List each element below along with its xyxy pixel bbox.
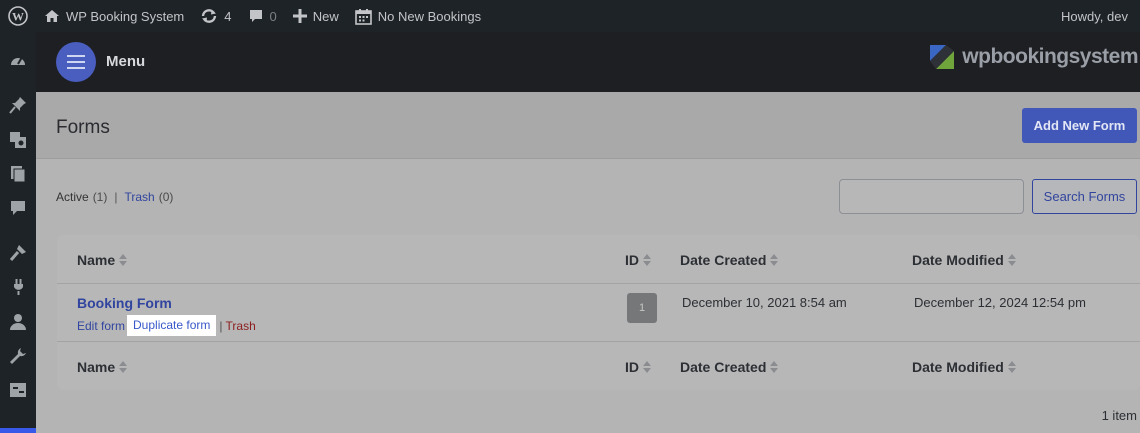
svg-text:W: W xyxy=(12,10,24,24)
pages-icon[interactable] xyxy=(9,165,27,183)
duplicate-form-link[interactable]: Duplicate form xyxy=(127,315,217,336)
wpbs-logo: wpbookingsystem xyxy=(928,43,1138,71)
filter-separator: | xyxy=(114,190,118,204)
add-new-form-button[interactable]: Add New Form xyxy=(1022,108,1137,143)
howdy-user-link[interactable]: Howdy, dev xyxy=(1053,0,1140,32)
column-header-date-created[interactable]: Date Created xyxy=(680,252,779,268)
sort-arrows-icon xyxy=(643,361,651,373)
filter-trash[interactable]: Trash xyxy=(124,190,154,204)
settings-icon[interactable] xyxy=(9,381,27,399)
new-content-link[interactable]: New xyxy=(285,0,347,32)
wpbs-logo-mark-icon xyxy=(930,45,955,69)
action-separator: | xyxy=(219,318,223,333)
updates-icon xyxy=(200,8,218,24)
site-name-label: WP Booking System xyxy=(66,8,185,24)
home-icon xyxy=(44,8,60,24)
booking-system-menu-item[interactable] xyxy=(0,428,36,433)
row-actions: Edit form Duplicate form | Trash xyxy=(77,315,256,336)
comments-icon[interactable] xyxy=(9,199,27,217)
media-icon[interactable] xyxy=(9,131,27,149)
column-footer-date-created[interactable]: Date Created xyxy=(680,359,779,375)
sort-arrows-icon xyxy=(770,254,779,266)
sort-arrows-icon xyxy=(770,361,779,373)
sort-arrows-icon xyxy=(1007,254,1016,266)
search-input[interactable] xyxy=(839,179,1024,214)
users-icon[interactable] xyxy=(9,313,27,331)
header-divider xyxy=(57,283,1140,284)
items-count: 1 item xyxy=(1101,408,1137,423)
plugin-header: Menu wpbookingsystem xyxy=(36,32,1140,92)
status-filter: Active (1) | Trash (0) xyxy=(56,190,173,204)
date-modified-cell: December 12, 2024 12:54 pm xyxy=(914,295,1086,310)
form-name-link[interactable]: Booking Form xyxy=(77,295,172,311)
comments-link[interactable]: 0 xyxy=(240,0,285,32)
comment-icon xyxy=(248,8,264,24)
dashboard-icon[interactable] xyxy=(9,52,27,70)
date-created-cell: December 10, 2021 8:54 am xyxy=(682,295,847,310)
comments-count: 0 xyxy=(269,8,277,24)
admin-sidebar xyxy=(0,32,36,433)
page-titlebar: Forms Add New Form xyxy=(36,92,1140,159)
menu-label: Menu xyxy=(106,53,146,70)
new-label: New xyxy=(312,8,339,24)
bookings-label: No New Bookings xyxy=(377,8,482,24)
column-footer-date-modified[interactable]: Date Modified xyxy=(912,359,1016,375)
menu-button[interactable] xyxy=(56,42,96,82)
plugins-icon[interactable] xyxy=(9,278,27,296)
filter-trash-count: (0) xyxy=(158,190,174,204)
appearance-brush-icon[interactable] xyxy=(9,244,27,262)
main-content: Menu wpbookingsystem Forms Add New Form … xyxy=(36,32,1140,433)
admin-bar: W WP Booking System 4 0 New No New Booki… xyxy=(0,0,1140,32)
search-forms-button[interactable]: Search Forms xyxy=(1032,179,1137,214)
column-header-name[interactable]: Name xyxy=(77,252,128,268)
hamburger-icon xyxy=(67,55,85,69)
site-name-link[interactable]: WP Booking System xyxy=(36,0,192,32)
filter-active-count: (1) xyxy=(92,190,108,204)
sort-arrows-icon xyxy=(119,361,128,373)
form-id-badge: 1 xyxy=(627,293,657,323)
forms-table: Name ID Date Created Date Modified Booki… xyxy=(57,235,1140,390)
tools-wrench-icon[interactable] xyxy=(9,347,27,365)
column-footer-name[interactable]: Name xyxy=(77,359,128,375)
edit-form-link[interactable]: Edit form xyxy=(77,319,125,333)
howdy-label: Howdy, dev xyxy=(1061,8,1128,24)
column-header-date-modified[interactable]: Date Modified xyxy=(912,252,1016,268)
filter-active[interactable]: Active xyxy=(56,190,89,204)
sort-arrows-icon xyxy=(643,254,651,266)
wordpress-logo-icon[interactable]: W xyxy=(0,0,36,32)
column-header-id[interactable]: ID xyxy=(625,252,651,268)
page-title: Forms xyxy=(56,117,110,138)
plus-icon xyxy=(292,9,307,23)
footer-divider xyxy=(57,341,1140,342)
calendar-icon xyxy=(354,8,372,25)
trash-form-link[interactable]: Trash xyxy=(226,319,256,333)
updates-link[interactable]: 4 xyxy=(192,0,239,32)
wpbs-logo-text: wpbookingsystem xyxy=(962,45,1138,68)
posts-pin-icon[interactable] xyxy=(9,96,27,114)
column-footer-id[interactable]: ID xyxy=(625,359,651,375)
sort-arrows-icon xyxy=(119,254,128,266)
sort-arrows-icon xyxy=(1007,361,1016,373)
updates-count: 4 xyxy=(224,8,232,24)
bookings-link[interactable]: No New Bookings xyxy=(347,0,489,32)
